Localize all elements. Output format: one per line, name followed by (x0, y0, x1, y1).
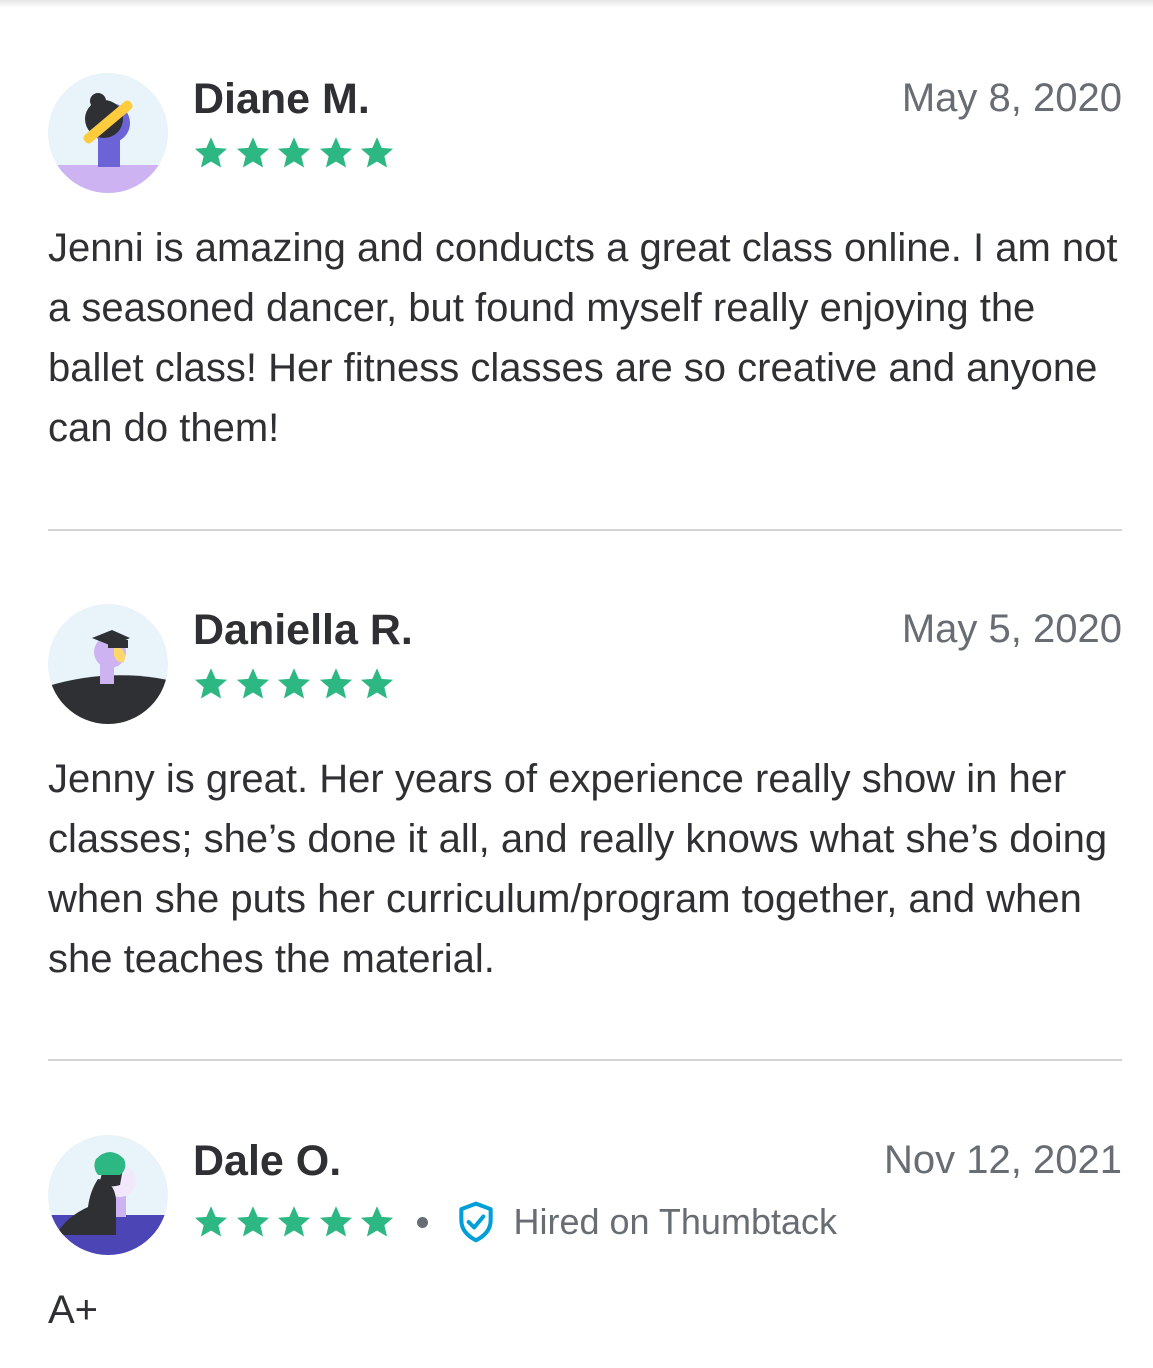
avatar[interactable] (48, 73, 168, 193)
review-date: May 5, 2020 (901, 607, 1122, 651)
review-text: Jenny is great. Her years of experience … (48, 757, 1108, 981)
star-rating (193, 133, 401, 173)
review-text: Jenni is amazing and conducts a great cl… (48, 226, 1118, 450)
star-icon (359, 135, 395, 171)
top-shadow (0, 0, 1153, 8)
review-date: May 8, 2020 (901, 76, 1122, 120)
hired-label: Hired on Thumbtack (513, 1201, 838, 1242)
star-icon (235, 135, 271, 171)
reviewer-name: Daniella R. (193, 606, 413, 654)
star-icon (276, 1204, 312, 1240)
separator-dot (416, 1216, 428, 1228)
star-icon (193, 1204, 229, 1240)
reviewer-name: Dale O. (193, 1137, 342, 1185)
star-icon (235, 1204, 271, 1240)
star-icon (276, 666, 312, 702)
star-icon (318, 666, 354, 702)
star-icon (235, 666, 271, 702)
avatar-illustration-icon (48, 604, 168, 724)
star-icon (193, 135, 229, 171)
review-date: Nov 12, 2021 (884, 1138, 1122, 1182)
avatar[interactable] (48, 604, 168, 724)
star-icon (276, 135, 312, 171)
reviewer-name: Diane M. (193, 75, 370, 123)
divider (48, 1059, 1122, 1061)
star-icon (318, 135, 354, 171)
star-icon (359, 666, 395, 702)
star-icon (359, 1204, 395, 1240)
avatar-illustration-icon (48, 1135, 168, 1255)
star-rating (193, 664, 401, 704)
verified-shield-icon (454, 1200, 498, 1244)
avatar[interactable] (48, 1135, 168, 1255)
avatar-illustration-icon (48, 73, 168, 193)
star-icon (318, 1204, 354, 1240)
hired-badge: Hired on Thumbtack (416, 1200, 838, 1244)
star-rating: Hired on Thumbtack (193, 1200, 838, 1244)
star-icon (193, 666, 229, 702)
divider (48, 529, 1122, 531)
review-text: A+ (48, 1288, 99, 1332)
